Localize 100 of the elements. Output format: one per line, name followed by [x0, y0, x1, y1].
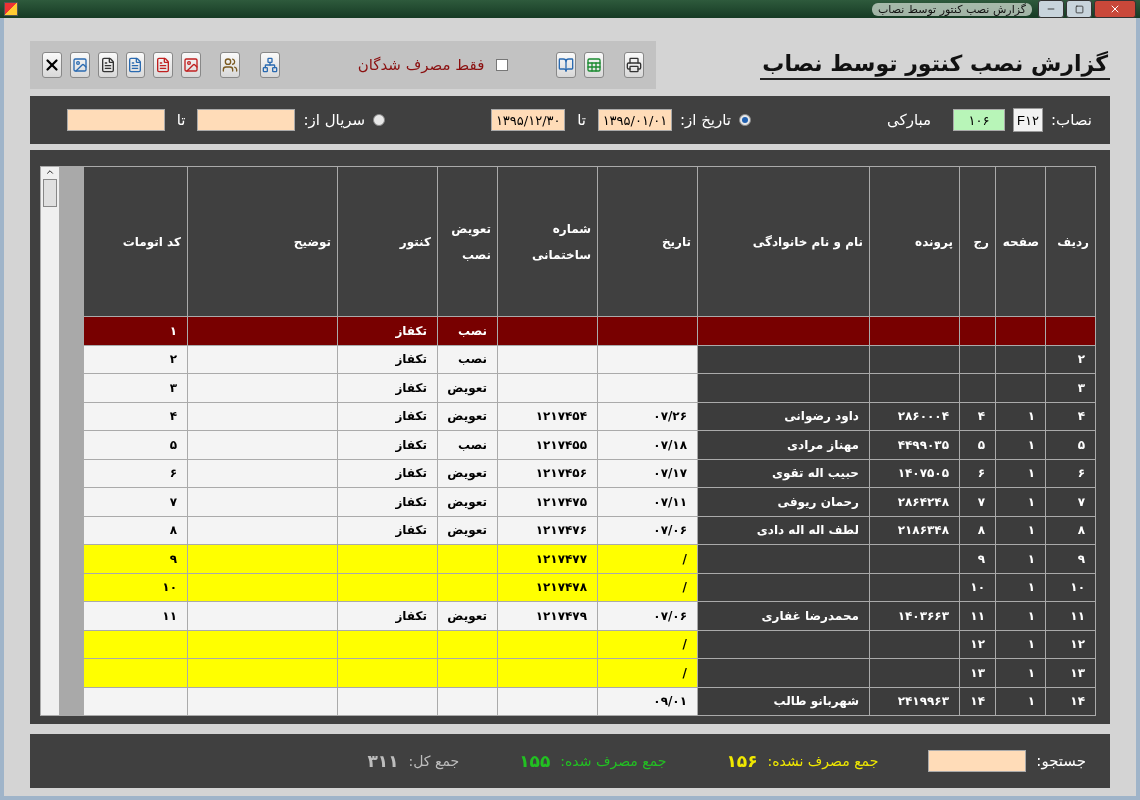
table-cell: ۶	[959, 459, 996, 488]
column-header[interactable]: تعویض نصب	[437, 166, 498, 317]
table-cell: ۱	[995, 516, 1046, 545]
table-cell: ۱	[995, 687, 1046, 716]
range-from-field[interactable]: ۱۳۹۵/۰۱/۰۱	[597, 109, 672, 131]
maximize-icon	[1074, 4, 1084, 14]
table-cell: ۴	[1045, 402, 1096, 431]
table-cell: ۱۴	[959, 687, 996, 716]
column-header[interactable]: شماره ساختمانی	[497, 166, 598, 317]
table-cell: تکفاز	[337, 459, 438, 488]
table-cell: ۵	[1045, 430, 1096, 459]
table-cell: تکفاز	[337, 402, 438, 431]
table-cell: تعویض	[437, 487, 498, 516]
table-cell: ۰۷/۱۷	[597, 459, 698, 488]
table-cell	[437, 658, 498, 687]
table-cell: ۹	[83, 544, 188, 573]
printer-icon[interactable]	[624, 52, 645, 78]
table-cell: ۴	[959, 402, 996, 431]
table-cell	[959, 345, 996, 374]
table-cell	[437, 687, 498, 716]
table-cell: ۱	[995, 402, 1046, 431]
table-cell: ۸	[1045, 516, 1096, 545]
table-cell: ۲	[1045, 345, 1096, 374]
installer-code-field[interactable]: ۱۰۶	[953, 109, 1006, 131]
minimize-button[interactable]	[1038, 0, 1064, 18]
table-cell	[995, 316, 1046, 345]
table-cell: تکفاز	[337, 516, 438, 545]
installer-name: مبارکی	[887, 111, 932, 129]
table-cell: ۲۸۶۰۰۰۴	[869, 402, 960, 431]
table-cell: ۵	[83, 430, 188, 459]
close-icon[interactable]	[42, 52, 62, 78]
installer-key-button[interactable]: F۱۲	[1013, 108, 1044, 132]
column-header[interactable]: کد اتومات	[83, 166, 188, 317]
table-cell	[437, 573, 498, 602]
radio-button[interactable]	[373, 114, 386, 126]
scroll-up-icon[interactable]	[45, 167, 55, 177]
window-title: گزارش نصب کنتور توسط نصاب	[871, 2, 1032, 16]
table-cell: ۶	[83, 459, 188, 488]
total-value: ۱۵۶	[726, 751, 758, 771]
table-cell: ۰۷/۱۸	[597, 430, 698, 459]
table-cell: ۹	[1045, 544, 1096, 573]
picture-icon[interactable]	[70, 52, 90, 78]
document-icon[interactable]	[125, 52, 146, 78]
table-cell: ۱۲۱۷۴۷۶	[497, 516, 598, 545]
table-cell: ۱	[995, 630, 1046, 659]
table-cell: تعویض	[437, 373, 498, 402]
table-cell: ۳	[83, 373, 188, 402]
document-icon[interactable]	[97, 52, 118, 78]
table-cell: ۸	[959, 516, 996, 545]
close-button[interactable]	[1094, 0, 1136, 18]
report-title: گزارش نصب کنتور توسط نصاب	[760, 50, 1110, 80]
range-to-field[interactable]: ۱۳۹۵/۱۲/۳۰	[491, 109, 566, 131]
checkbox-label: فقط مصرف شدگان	[357, 56, 485, 74]
table-cell: ۷	[83, 487, 188, 516]
table-cell: /	[597, 544, 698, 573]
total-label: جمع کل:	[408, 753, 460, 769]
table-cell: ۱۲۱۷۴۷۵	[497, 487, 598, 516]
table-cell: تعویض	[437, 402, 498, 431]
checkbox[interactable]	[496, 59, 509, 71]
range-to-label: تا	[176, 111, 186, 129]
table-cell: ۳	[1045, 373, 1096, 402]
table-cell: ۰۷/۰۶	[597, 601, 698, 630]
users-icon[interactable]	[219, 52, 240, 78]
book-icon[interactable]	[556, 52, 577, 78]
column-header[interactable]: توضیح	[187, 166, 338, 317]
column-header[interactable]: صفحه	[995, 166, 1046, 317]
hierarchy-icon[interactable]	[260, 52, 280, 78]
table-cell: ۱	[995, 658, 1046, 687]
table-cell: تعویض	[437, 459, 498, 488]
column-header[interactable]: تاریخ	[597, 166, 698, 317]
column-header[interactable]: رج	[959, 166, 996, 317]
total-label: جمع مصرف شده:	[560, 753, 667, 769]
maximize-button[interactable]	[1066, 0, 1092, 18]
table-cell: شهربانو طالب	[697, 687, 870, 716]
picture-icon[interactable]	[181, 52, 201, 78]
range-to-field[interactable]	[66, 109, 165, 131]
scrollbar[interactable]	[40, 166, 60, 716]
column-header[interactable]: پرونده	[869, 166, 960, 317]
range-from-field[interactable]	[197, 109, 296, 131]
column-header[interactable]: کنتور	[337, 166, 438, 317]
table-cell: /	[597, 658, 698, 687]
column-header[interactable]: نام و نام خانوادگی	[697, 166, 870, 317]
total-label: جمع مصرف نشده:	[767, 753, 879, 769]
table-cell: ۷	[959, 487, 996, 516]
scroll-thumb[interactable]	[43, 179, 57, 207]
table-cell: تعویض	[437, 601, 498, 630]
table-cell: تکفاز	[337, 345, 438, 374]
table-cell: ۱۲	[959, 630, 996, 659]
table-cell: ۰۷/۰۶	[597, 516, 698, 545]
table-cell: محمدرضا غفاری	[697, 601, 870, 630]
document-icon[interactable]	[153, 52, 174, 78]
spreadsheet-icon[interactable]	[584, 52, 604, 78]
table-cell: ۱	[995, 459, 1046, 488]
search-label: جستجو:	[1036, 752, 1086, 770]
column-header[interactable]: ردیف	[1045, 166, 1096, 317]
table-cell: ۱	[995, 544, 1046, 573]
table-cell: ۸	[83, 516, 188, 545]
table-cell	[959, 373, 996, 402]
search-field[interactable]	[928, 750, 1027, 772]
radio-button[interactable]	[739, 114, 752, 126]
